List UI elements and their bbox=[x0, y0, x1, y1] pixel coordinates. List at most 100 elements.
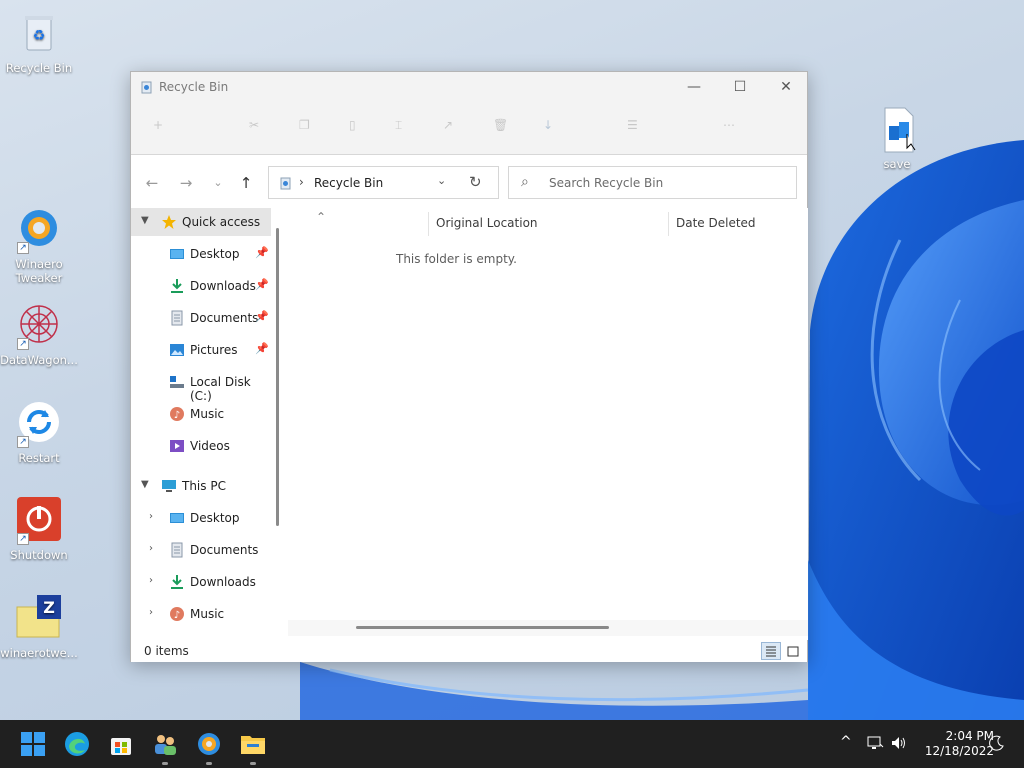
svg-text:♪: ♪ bbox=[174, 610, 180, 621]
window-title: Recycle Bin bbox=[159, 80, 229, 94]
nav-pc-desktop[interactable]: › Desktop bbox=[131, 504, 271, 532]
save-file-icon bbox=[873, 106, 921, 154]
nav-quick-downloads[interactable]: Downloads 📌 bbox=[131, 272, 271, 300]
store-icon[interactable] bbox=[107, 730, 135, 758]
new-icon[interactable]: + bbox=[153, 118, 163, 140]
nav-pc-documents[interactable]: › Documents bbox=[131, 536, 271, 564]
title-bar[interactable]: Recycle Bin — ☐ ✕ bbox=[131, 72, 807, 102]
desktop-folder-icon bbox=[169, 510, 185, 526]
desktop-icon-restart[interactable]: ↗ Restart bbox=[0, 400, 78, 465]
column-divider[interactable] bbox=[428, 212, 429, 236]
desktop-icon-save[interactable]: save bbox=[858, 106, 936, 171]
column-original-location[interactable]: Original Location bbox=[436, 216, 538, 230]
shortcut-arrow-icon: ↗ bbox=[17, 242, 29, 254]
start-button[interactable] bbox=[19, 730, 47, 758]
shortcut-arrow-icon: ↗ bbox=[17, 533, 29, 545]
share-icon[interactable]: ↗ bbox=[443, 118, 453, 140]
chevron-right-icon[interactable]: › bbox=[149, 607, 153, 618]
sort-icon[interactable]: ↓ bbox=[543, 118, 553, 140]
network-icon[interactable] bbox=[866, 734, 884, 756]
address-bar-row: ← → ⌄ ↑ › Recycle Bin ⌄ ↻ ⌕ Search Recyc… bbox=[131, 156, 807, 208]
local-disk-icon bbox=[169, 374, 185, 390]
chevron-right-icon[interactable]: › bbox=[149, 511, 153, 522]
column-date-deleted[interactable]: Date Deleted bbox=[676, 216, 756, 230]
desktop-icon-datawagon[interactable]: ↗ DataWagon... bbox=[0, 302, 78, 367]
nav-quick-documents[interactable]: Documents 📌 bbox=[131, 304, 271, 332]
desktop-icon-winaerotweaker-zip[interactable]: Z winaerotwe... bbox=[0, 595, 78, 660]
address-box[interactable]: › Recycle Bin ⌄ ↻ bbox=[268, 166, 499, 199]
nav-pc-downloads[interactable]: › Downloads bbox=[131, 568, 271, 596]
restart-icon: ↗ bbox=[15, 400, 63, 448]
nav-quick-music[interactable]: ♪ Music bbox=[131, 400, 271, 428]
close-button[interactable]: ✕ bbox=[763, 72, 809, 102]
file-explorer-window: Recycle Bin — ☐ ✕ + ✂ ❐ ▯ ⌶ ↗ 🗑 ↓ ☰ ⋯ ← … bbox=[130, 71, 808, 662]
winaero-tweaker-taskbar-icon[interactable] bbox=[195, 730, 223, 758]
pin-icon: 📌 bbox=[255, 342, 269, 355]
pin-icon: 📌 bbox=[255, 310, 269, 323]
copy-icon[interactable]: ❐ bbox=[299, 118, 310, 140]
people-app-icon[interactable] bbox=[151, 730, 179, 758]
nav-label: Desktop bbox=[190, 247, 240, 261]
horizontal-scrollbar[interactable] bbox=[288, 620, 808, 636]
downloads-icon bbox=[169, 574, 185, 590]
desktop-icon-recycle-bin[interactable]: ♻ Recycle Bin bbox=[0, 10, 78, 75]
view-icon[interactable]: ☰ bbox=[627, 118, 638, 140]
show-hidden-icons-chevron[interactable]: ^ bbox=[840, 734, 852, 750]
details-view-button[interactable] bbox=[761, 642, 781, 660]
nav-pc-music[interactable]: › ♪ Music bbox=[131, 600, 271, 628]
nav-quick-pictures[interactable]: Pictures 📌 bbox=[131, 336, 271, 364]
nav-quick-local-disk[interactable]: Local Disk (C:) bbox=[131, 368, 271, 403]
forward-button[interactable]: → bbox=[175, 172, 197, 194]
empty-folder-message: This folder is empty. bbox=[396, 252, 517, 266]
file-explorer-icon[interactable] bbox=[239, 730, 267, 758]
search-box[interactable]: ⌕ Search Recycle Bin bbox=[508, 166, 797, 199]
nav-quick-access[interactable]: ▼ Quick access bbox=[131, 208, 271, 236]
chevron-right-icon[interactable]: › bbox=[149, 543, 153, 554]
rename-icon[interactable]: ⌶ bbox=[395, 118, 402, 140]
edge-icon[interactable] bbox=[63, 730, 91, 758]
nav-this-pc[interactable]: ▼ This PC bbox=[131, 472, 271, 500]
chevron-right-icon[interactable]: › bbox=[149, 575, 153, 586]
cut-icon[interactable]: ✂ bbox=[249, 118, 259, 140]
scrollbar-thumb[interactable] bbox=[356, 626, 609, 629]
chevron-down-icon[interactable]: ▼ bbox=[141, 479, 149, 490]
column-divider[interactable] bbox=[668, 212, 669, 236]
clock[interactable]: 2:04 PM 12/18/2022 bbox=[914, 729, 994, 759]
music-icon: ♪ bbox=[169, 406, 185, 422]
shortcut-arrow-icon: ↗ bbox=[17, 338, 29, 350]
search-placeholder: Search Recycle Bin bbox=[549, 176, 664, 190]
recycle-bin-small-icon bbox=[279, 176, 292, 190]
desktop-icon-winaero-tweaker[interactable]: ↗ Winaero Tweaker bbox=[0, 206, 78, 285]
nav-label: Quick access bbox=[182, 215, 261, 229]
nav-label: Music bbox=[190, 607, 225, 621]
up-button[interactable]: ↑ bbox=[235, 172, 257, 194]
large-icons-view-button[interactable] bbox=[783, 642, 803, 660]
desktop-icon-label: save bbox=[883, 157, 911, 171]
shutdown-icon: ↗ bbox=[15, 497, 63, 545]
chevron-down-icon[interactable]: ▼ bbox=[141, 215, 149, 226]
pin-icon: 📌 bbox=[255, 278, 269, 291]
datawagon-icon: ↗ bbox=[15, 302, 63, 350]
refresh-button[interactable]: ↻ bbox=[469, 173, 482, 191]
command-bar: + ✂ ❐ ▯ ⌶ ↗ 🗑 ↓ ☰ ⋯ bbox=[131, 102, 807, 155]
notification-icon[interactable] bbox=[989, 734, 1005, 756]
desktop-icon-shutdown[interactable]: ↗ Shutdown bbox=[0, 497, 78, 562]
nav-label: Pictures bbox=[190, 343, 238, 357]
minimize-button[interactable]: — bbox=[671, 72, 717, 102]
delete-icon[interactable]: 🗑 bbox=[493, 118, 508, 140]
maximize-button[interactable]: ☐ bbox=[717, 72, 763, 102]
nav-pane-scrollbar[interactable] bbox=[276, 228, 279, 526]
name-sort-indicator[interactable]: ⌃ bbox=[316, 210, 326, 224]
back-button[interactable]: ← bbox=[141, 172, 163, 194]
more-icon[interactable]: ⋯ bbox=[723, 118, 735, 140]
paste-icon[interactable]: ▯ bbox=[349, 118, 356, 140]
downloads-icon bbox=[169, 278, 185, 294]
address-location[interactable]: Recycle Bin bbox=[314, 176, 383, 190]
pin-icon: 📌 bbox=[255, 246, 269, 259]
nav-quick-videos[interactable]: Videos bbox=[131, 432, 271, 460]
address-dropdown-icon[interactable]: ⌄ bbox=[437, 174, 446, 187]
volume-icon[interactable] bbox=[890, 734, 908, 756]
computer-icon bbox=[161, 478, 177, 494]
recent-locations-button[interactable]: ⌄ bbox=[207, 172, 229, 194]
nav-quick-desktop[interactable]: Desktop 📌 bbox=[131, 240, 271, 268]
